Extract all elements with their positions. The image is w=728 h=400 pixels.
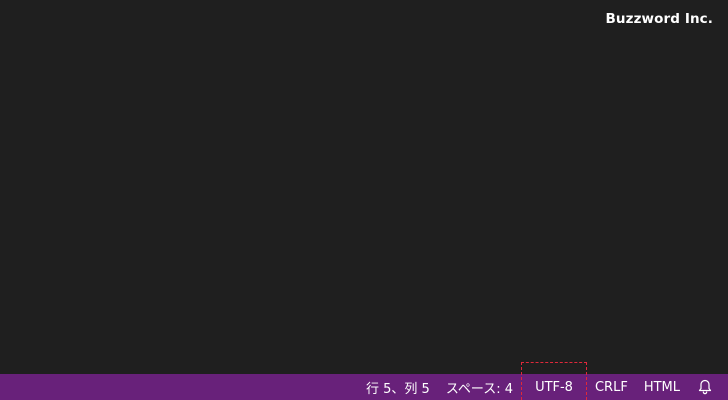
status-indentation[interactable]: スペース: 4 xyxy=(438,374,521,400)
watermark-logo-text: Buzzword Inc. xyxy=(605,11,713,27)
status-line-ending[interactable]: CRLF xyxy=(587,374,636,400)
status-bar: 行 5、列 5 スペース: 4 UTF-8 CRLF HTML xyxy=(0,362,728,400)
status-encoding[interactable]: UTF-8 xyxy=(521,362,587,400)
bell-icon xyxy=(698,379,712,395)
vscode-window: Buzzword Inc. 行 5、列 5 スペース: 4 UTF-8 CRLF… xyxy=(0,0,728,400)
notifications-button[interactable] xyxy=(688,374,718,400)
editor-area[interactable] xyxy=(0,0,728,374)
status-language-mode[interactable]: HTML xyxy=(636,374,688,400)
status-cursor-position[interactable]: 行 5、列 5 xyxy=(358,374,438,400)
